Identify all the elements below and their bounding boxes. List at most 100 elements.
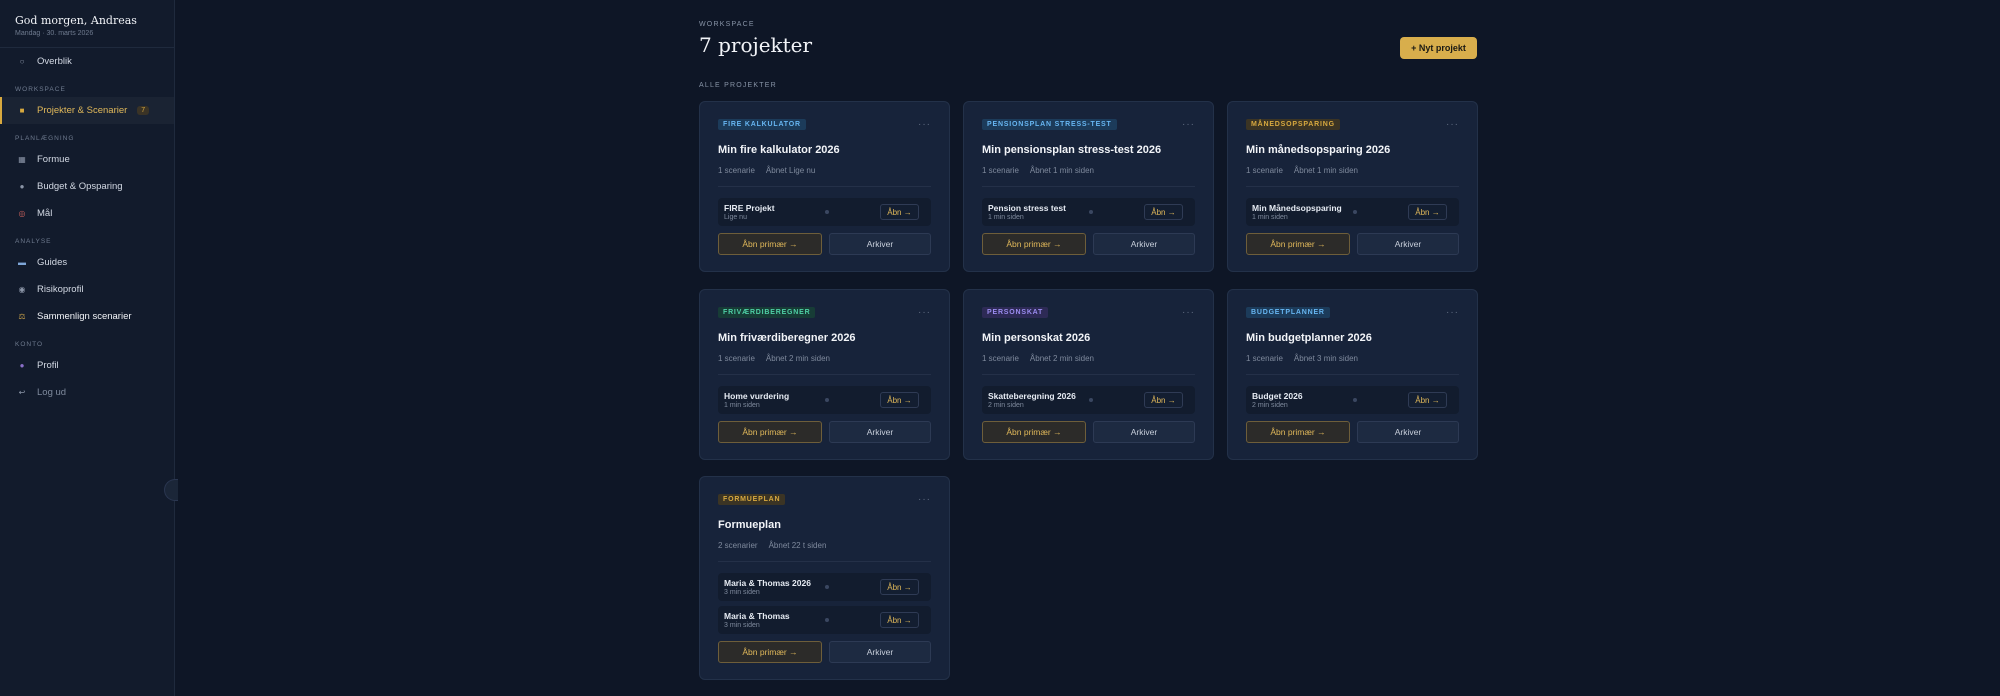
card-divider [982,374,1195,375]
sidebar-item-profile[interactable]: ● Profil [0,352,174,379]
sidebar-item-wealth[interactable]: ▦ Formue [0,146,174,173]
open-primary-button[interactable]: Åbn primær → [982,421,1086,443]
card-divider [982,186,1195,187]
sidebar-item-compare[interactable]: ⚖ Sammenlign scenarier [0,303,174,330]
open-primary-button[interactable]: Åbn primær → [1246,233,1350,255]
scenario-count: 1 scenarie [982,354,1019,363]
status-dot-icon [825,398,829,402]
scenario-name: Skatteberegning 2026 [988,391,1076,401]
project-card[interactable]: FORMUEPLAN ··· Formueplan 2 scenarier Åb… [699,476,950,680]
scenario-time: 2 min siden [988,402,1024,409]
scenario-name: Home vurdering [724,391,790,401]
section-account: KONTO [15,341,43,348]
more-options-icon[interactable]: ··· [1446,307,1459,318]
project-card[interactable]: FIRE KALKULATOR ··· Min fire kalkulator … [699,101,950,272]
scenario-row[interactable]: FIRE Projekt Lige nu Åbn → [718,198,931,226]
section-analysis: ANALYSE [15,238,52,245]
section-planning: PLANLÆGNING [15,135,75,142]
scenario-row[interactable]: Pension stress test 1 min siden Åbn → [982,198,1195,226]
open-scenario-button[interactable]: Åbn → [1408,392,1447,408]
sidebar-item-budget[interactable]: ● Budget & Opsparing [0,173,174,200]
scenario-row[interactable]: Budget 2026 2 min siden Åbn → [1246,386,1459,414]
scenario-row[interactable]: Home vurdering 1 min siden Åbn → [718,386,931,414]
card-actions: Åbn primær → Arkiver [718,641,931,679]
project-card[interactable]: FRIVÆRDIBEREGNER ··· Min friværdiberegne… [699,289,950,460]
scenario-row[interactable]: Min Månedsopsparing 1 min siden Åbn → [1246,198,1459,226]
open-scenario-button[interactable]: Åbn → [880,579,919,595]
open-primary-button[interactable]: Åbn primær → [718,641,822,663]
last-opened: Åbnet 3 min siden [1293,354,1358,363]
card-actions: Åbn primær → Arkiver [1246,421,1459,459]
archive-button[interactable]: Arkiver [1092,233,1195,255]
open-primary-button[interactable]: Åbn primær → [982,233,1086,255]
scenario-row[interactable]: Maria & Thomas 2026 3 min siden Åbn → [718,573,931,601]
more-options-icon[interactable]: ··· [918,307,931,318]
status-dot-icon [1353,210,1357,214]
scenario-count: 1 scenarie [982,166,1019,175]
archive-button[interactable]: Arkiver [1356,421,1459,443]
archive-button[interactable]: Arkiver [828,421,931,443]
project-title: Formueplan [718,519,781,531]
status-dot-icon [1089,398,1093,402]
open-scenario-button[interactable]: Åbn → [1144,392,1183,408]
sidebar-item-goals[interactable]: ◎ Mål [0,200,174,227]
card-actions: Åbn primær → Arkiver [1246,233,1459,271]
project-meta: 2 scenarier Åbnet 22 t siden [718,541,931,550]
project-meta: 1 scenarie Åbnet 1 min siden [1246,166,1459,175]
scenario-count: 1 scenarie [1246,166,1283,175]
project-meta: 1 scenarie Åbnet 2 min siden [718,354,931,363]
scenario-row[interactable]: Skatteberegning 2026 2 min siden Åbn → [982,386,1195,414]
project-type-tag: PERSONSKAT [982,307,1049,318]
more-options-icon[interactable]: ··· [1446,119,1459,130]
more-options-icon[interactable]: ··· [1182,119,1195,130]
scenario-row[interactable]: Maria & Thomas 3 min siden Åbn → [718,606,931,634]
stopwatch-icon: ◉ [18,285,26,294]
open-primary-button[interactable]: Åbn primær → [1246,421,1350,443]
open-primary-button[interactable]: Åbn primær → [718,421,822,443]
project-card[interactable]: BUDGETPLANNER ··· Min budgetplanner 2026… [1227,289,1478,460]
status-dot-icon [825,210,829,214]
project-title: Min personskat 2026 [982,332,1091,344]
sidebar-item-risk[interactable]: ◉ Risikoprofil [0,276,174,303]
scenario-name: Maria & Thomas [724,611,790,621]
more-options-icon[interactable]: ··· [918,119,931,130]
open-primary-button[interactable]: Åbn primær → [718,233,822,255]
archive-button[interactable]: Arkiver [1092,421,1195,443]
project-type-tag: FIRE KALKULATOR [718,119,806,130]
new-project-button[interactable]: + Nyt projekt [1400,37,1477,59]
archive-button[interactable]: Arkiver [1356,233,1459,255]
open-scenario-button[interactable]: Åbn → [1408,204,1447,220]
project-meta: 1 scenarie Åbnet Lige nu [718,166,931,175]
open-scenario-button[interactable]: Åbn → [880,612,919,628]
card-actions: Åbn primær → Arkiver [718,233,931,271]
project-card[interactable]: MÅNEDSOPSPARING ··· Min månedsopsparing … [1227,101,1478,272]
last-opened: Åbnet 22 t siden [768,541,827,550]
last-opened: Åbnet Lige nu [765,166,816,175]
scenario-info: Skatteberegning 2026 2 min siden [988,391,1084,409]
more-options-icon[interactable]: ··· [1182,307,1195,318]
sidebar-item-guides[interactable]: ▬ Guides [0,249,174,276]
project-card[interactable]: PERSONSKAT ··· Min personskat 2026 1 sce… [963,289,1214,460]
archive-button[interactable]: Arkiver [828,233,931,255]
open-scenario-button[interactable]: Åbn → [1144,204,1183,220]
open-scenario-button[interactable]: Åbn → [880,392,919,408]
card-divider [1246,374,1459,375]
sidebar-collapse-handle[interactable] [164,479,178,501]
status-dot-icon [1089,210,1093,214]
person-icon: ● [19,361,25,370]
scenario-count: 1 scenarie [718,354,755,363]
open-scenario-button[interactable]: Åbn → [880,204,919,220]
scenario-info: Maria & Thomas 3 min siden [724,611,820,629]
page-title: 7 projekter [699,33,813,57]
money-bag-icon: ● [19,182,25,191]
project-type-tag: FORMUEPLAN [718,494,786,505]
more-options-icon[interactable]: ··· [918,494,931,505]
sidebar-item-label: Log ud [37,387,67,398]
sidebar-item-overview[interactable]: ○ Overblik [0,48,174,75]
sidebar-item-projects[interactable]: ■ Projekter & Scenarier 7 [0,97,174,124]
sidebar-item-logout[interactable]: ↩ Log ud [0,379,174,406]
project-card[interactable]: PENSIONSPLAN STRESS-TEST ··· Min pension… [963,101,1214,272]
project-title: Min budgetplanner 2026 [1246,332,1372,344]
project-title: Min pensionsplan stress-test 2026 [982,144,1162,156]
archive-button[interactable]: Arkiver [828,641,931,663]
